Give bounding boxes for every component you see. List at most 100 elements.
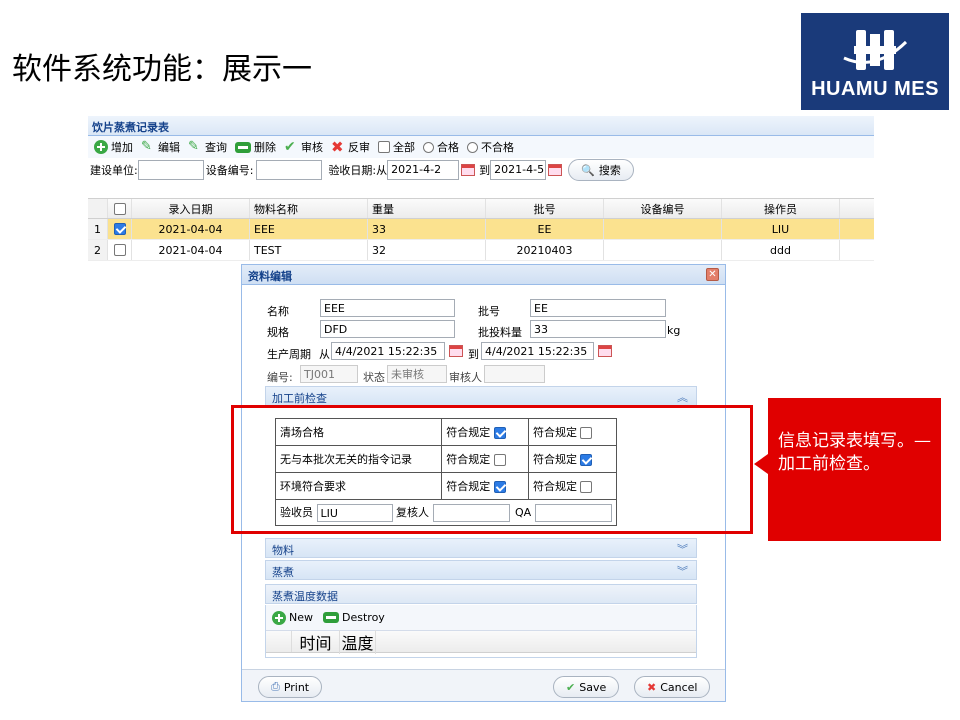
- select-all-checkbox[interactable]: [108, 199, 132, 218]
- slide-title: 软件系统功能：展示一: [12, 52, 312, 87]
- temp-new-button[interactable]: New: [272, 610, 313, 625]
- record-grid: 录入日期 物料名称 重量 批号 设备编号 操作员 1 2021-04-04 EE…: [88, 198, 874, 261]
- date-from-input[interactable]: 2021-4-2: [387, 160, 460, 180]
- cell-batch: EE: [486, 219, 604, 239]
- batch-label: 批号: [478, 305, 500, 318]
- name-input[interactable]: EEE: [320, 299, 455, 317]
- col-header[interactable]: 设备编号: [604, 199, 722, 218]
- add-button[interactable]: 增加: [94, 139, 133, 155]
- col-header[interactable]: 时间: [292, 629, 340, 654]
- date-to-input[interactable]: 2021-4-5: [490, 160, 547, 180]
- close-icon[interactable]: ✕: [706, 268, 719, 281]
- search-label: 搜索: [598, 164, 621, 177]
- destroy-label: Destroy: [342, 611, 385, 624]
- section-material-header[interactable]: 物料 ︾: [265, 538, 697, 558]
- qty-unit: kg: [667, 324, 681, 337]
- print-label: Print: [283, 680, 310, 694]
- search-button[interactable]: 🔍 搜索: [568, 159, 634, 181]
- temp-destroy-button[interactable]: Destroy: [323, 611, 385, 624]
- section-temp-header[interactable]: 蒸煮温度数据: [265, 584, 697, 604]
- add-icon: [272, 610, 286, 625]
- col-header[interactable]: 操作员: [722, 199, 840, 218]
- radio-icon: [467, 141, 478, 153]
- calendar-icon[interactable]: [461, 164, 476, 176]
- cell-material: EEE: [250, 219, 368, 239]
- save-label: Save: [579, 680, 607, 694]
- cross-icon: ✖: [331, 138, 344, 156]
- add-icon: [94, 140, 108, 154]
- status-label: 状态: [363, 371, 385, 384]
- edit-button[interactable]: ✎ 编辑: [141, 139, 180, 155]
- qty-label: 批投料量: [478, 326, 522, 339]
- col-header[interactable]: 物料名称: [250, 199, 368, 218]
- spec-input[interactable]: DFD: [320, 320, 455, 338]
- section-title: 蒸煮: [272, 566, 294, 579]
- section-cook-header[interactable]: 蒸煮 ︾: [265, 560, 697, 580]
- calendar-icon[interactable]: [548, 164, 563, 176]
- section-title: 蒸煮温度数据: [272, 590, 338, 603]
- spec-label: 规格: [267, 326, 289, 339]
- cell-weight: 33: [368, 219, 486, 239]
- cell-batch: 20210403: [486, 240, 604, 260]
- col-header[interactable]: 重量: [368, 199, 486, 218]
- calendar-icon[interactable]: [598, 345, 612, 357]
- unapprove-button[interactable]: ✖ 反审: [331, 139, 370, 155]
- dialog-header: 资料编辑 ✕: [242, 265, 725, 285]
- temp-toolbar: New Destroy: [266, 605, 696, 631]
- filter-all-checkbox[interactable]: 全部: [378, 139, 415, 155]
- cell-operator: LIU: [722, 219, 840, 239]
- section-title: 加工前检查: [272, 392, 327, 405]
- row-checkbox[interactable]: [108, 240, 132, 260]
- table-row[interactable]: 2 2021-04-04 TEST 32 20210403 ddd: [88, 240, 874, 261]
- cancel-button[interactable]: ✖ Cancel: [634, 676, 711, 698]
- period-from-input[interactable]: 4/4/2021 15:22:35: [331, 342, 445, 360]
- row-checkbox[interactable]: [108, 219, 132, 239]
- approve-button[interactable]: ✔ 审核: [284, 139, 323, 155]
- filter-pass-radio[interactable]: 合格: [423, 139, 459, 155]
- filter-bar: 建设单位: 设备编号: 验收日期:从 2021-4-2 到 2021-4-5 🔍…: [88, 158, 874, 182]
- reviewer-label: 审核人: [449, 371, 482, 384]
- qty-input[interactable]: 33: [530, 320, 666, 338]
- print-button[interactable]: ⎙ Print: [258, 676, 323, 698]
- table-row[interactable]: 1 2021-04-04 EEE 33 EE LIU: [88, 219, 874, 240]
- section-preprocess-header[interactable]: 加工前检查 ︽: [265, 386, 697, 406]
- all-label: 全部: [393, 141, 415, 154]
- save-button[interactable]: ✔ Save: [553, 676, 620, 698]
- fail-label: 不合格: [481, 141, 514, 154]
- cell-weight: 32: [368, 240, 486, 260]
- checkbox-icon: [113, 244, 126, 256]
- logo-mark-icon: [843, 30, 908, 70]
- check-icon: ✔: [566, 680, 576, 694]
- period-to-input[interactable]: 4/4/2021 15:22:35: [481, 342, 594, 360]
- pencil-icon: ✎: [188, 139, 199, 154]
- batch-input[interactable]: EE: [530, 299, 666, 317]
- query-button[interactable]: ✎ 查询: [188, 139, 227, 155]
- calendar-icon[interactable]: [449, 345, 463, 357]
- cell-device: [604, 240, 722, 260]
- col-header[interactable]: 温度: [340, 629, 376, 654]
- cancel-label: Cancel: [660, 680, 698, 694]
- period-label: 生产周期: [267, 348, 311, 361]
- delete-button[interactable]: 删除: [235, 139, 276, 155]
- checkbox-icon: [378, 141, 390, 153]
- unit-input[interactable]: [137, 160, 204, 180]
- pass-label: 合格: [437, 141, 459, 154]
- period-from-label: 从: [319, 348, 330, 361]
- col-header[interactable]: 录入日期: [132, 199, 250, 218]
- checkbox-icon: [113, 202, 126, 215]
- cell-material: TEST: [250, 240, 368, 260]
- device-input[interactable]: [256, 160, 323, 180]
- delete-label: 删除: [254, 141, 276, 154]
- cell-date: 2021-04-04: [132, 219, 250, 239]
- filter-fail-radio[interactable]: 不合格: [467, 139, 514, 155]
- col-header[interactable]: 批号: [486, 199, 604, 218]
- dialog-footer: ⎙ Print ✔ Save ✖ Cancel: [242, 669, 725, 701]
- toolbar: 增加 ✎ 编辑 ✎ 查询 删除 ✔ 审核 ✖ 反审 全部 合格 不合格: [88, 136, 874, 158]
- check-icon: ✔: [284, 139, 296, 155]
- name-label: 名称: [267, 305, 289, 318]
- cell-operator: ddd: [722, 240, 840, 260]
- chevron-down-icon: ︾: [677, 565, 688, 578]
- temp-grid-panel: New Destroy 时间 温度: [265, 605, 697, 658]
- chevron-up-icon: ︽: [677, 391, 688, 404]
- temp-grid-header: 时间 温度: [266, 629, 696, 654]
